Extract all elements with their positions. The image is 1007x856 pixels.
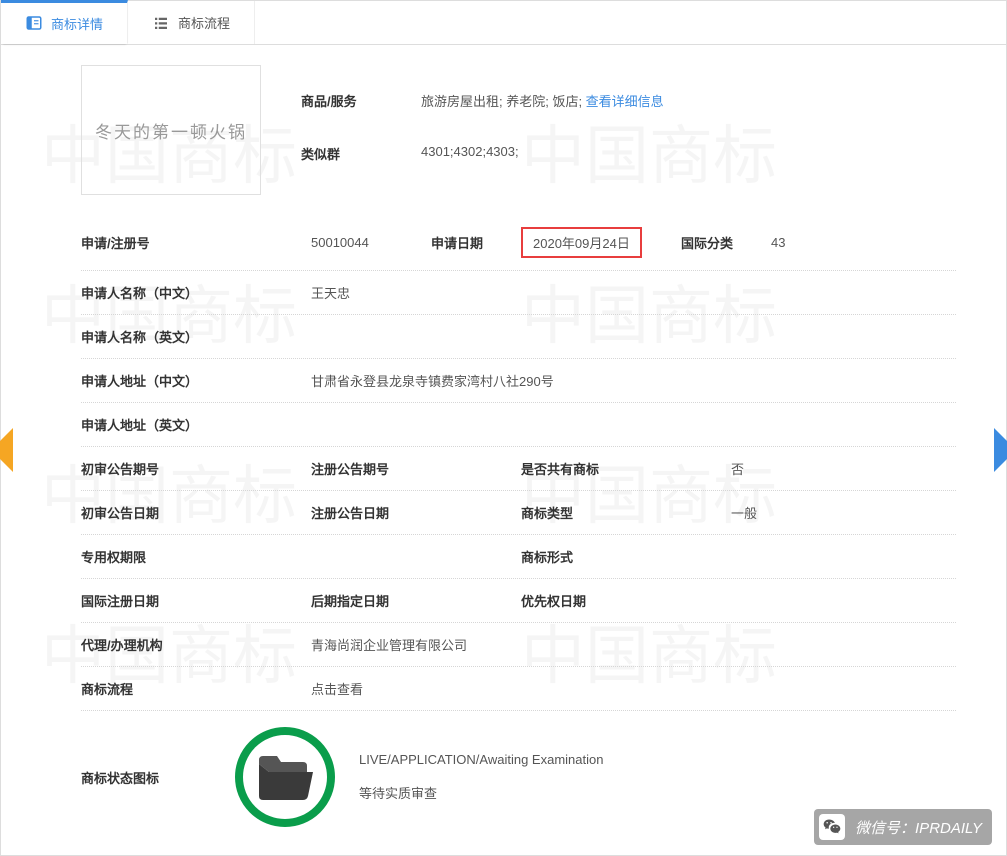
tab-process[interactable]: 商标流程 bbox=[128, 1, 255, 44]
applicant-cn-label: 申请人名称（中文） bbox=[81, 283, 231, 302]
goods-label: 商品/服务 bbox=[301, 91, 421, 110]
addr-en-label: 申请人地址（英文） bbox=[81, 415, 231, 434]
app-no-label: 申请/注册号 bbox=[81, 233, 211, 252]
tab-details-label: 商标详情 bbox=[51, 14, 103, 33]
tab-process-label: 商标流程 bbox=[178, 13, 230, 32]
goods-value: 旅游房屋出租; 养老院; 饭店; 查看详细信息 bbox=[421, 91, 956, 110]
list-icon bbox=[152, 14, 170, 32]
prelim-ann-date-label: 初审公告日期 bbox=[81, 503, 211, 522]
co-owned-value: 否 bbox=[731, 459, 744, 478]
tm-form-label: 商标形式 bbox=[521, 547, 651, 566]
status-label: 商标状态图标 bbox=[81, 768, 211, 787]
intl-class-value: 43 bbox=[771, 235, 785, 250]
applicant-en-label: 申请人名称（英文） bbox=[81, 327, 231, 346]
app-date-value: 2020年09月24日 bbox=[521, 227, 642, 258]
agency-value: 青海尚润企业管理有限公司 bbox=[311, 635, 467, 654]
view-detail-link[interactable]: 查看详细信息 bbox=[586, 94, 664, 109]
flow-link[interactable]: 点击查看 bbox=[311, 679, 363, 698]
applicant-cn-value: 王天忠 bbox=[311, 283, 350, 302]
agency-label: 代理/办理机构 bbox=[81, 635, 211, 654]
tm-type-label: 商标类型 bbox=[521, 503, 651, 522]
co-owned-label: 是否共有商标 bbox=[521, 459, 651, 478]
addr-cn-value: 甘肃省永登县龙泉寺镇费家湾村八社290号 bbox=[311, 371, 554, 390]
later-desig-label: 后期指定日期 bbox=[311, 591, 441, 610]
addr-cn-label: 申请人地址（中文） bbox=[81, 371, 231, 390]
intl-reg-date-label: 国际注册日期 bbox=[81, 591, 211, 610]
tab-details[interactable]: 商标详情 bbox=[1, 0, 128, 44]
prelim-ann-no-label: 初审公告期号 bbox=[81, 459, 211, 478]
tabs: 商标详情 商标流程 bbox=[1, 1, 1006, 45]
next-arrow[interactable] bbox=[994, 428, 1007, 472]
flow-label: 商标流程 bbox=[81, 679, 211, 698]
reg-ann-date-label: 注册公告日期 bbox=[311, 503, 441, 522]
trademark-logo: 冬天的第一顿火锅 bbox=[81, 65, 261, 195]
excl-period-label: 专用权期限 bbox=[81, 547, 211, 566]
priority-date-label: 优先权日期 bbox=[521, 591, 651, 610]
reg-ann-no-label: 注册公告期号 bbox=[311, 459, 441, 478]
intl-class-label: 国际分类 bbox=[681, 233, 771, 252]
app-date-label: 申请日期 bbox=[431, 233, 521, 252]
app-no-value: 50010044 bbox=[311, 235, 369, 250]
folder-icon bbox=[235, 727, 335, 827]
tm-type-value: 一般 bbox=[731, 503, 757, 522]
status-line1: LIVE/APPLICATION/Awaiting Examination bbox=[359, 752, 603, 767]
prev-arrow[interactable] bbox=[0, 428, 13, 472]
similar-group-value: 4301;4302;4303; bbox=[421, 144, 956, 163]
status-line2: 等待实质审查 bbox=[359, 783, 603, 802]
similar-group-label: 类似群 bbox=[301, 144, 421, 163]
detail-icon bbox=[25, 14, 43, 32]
